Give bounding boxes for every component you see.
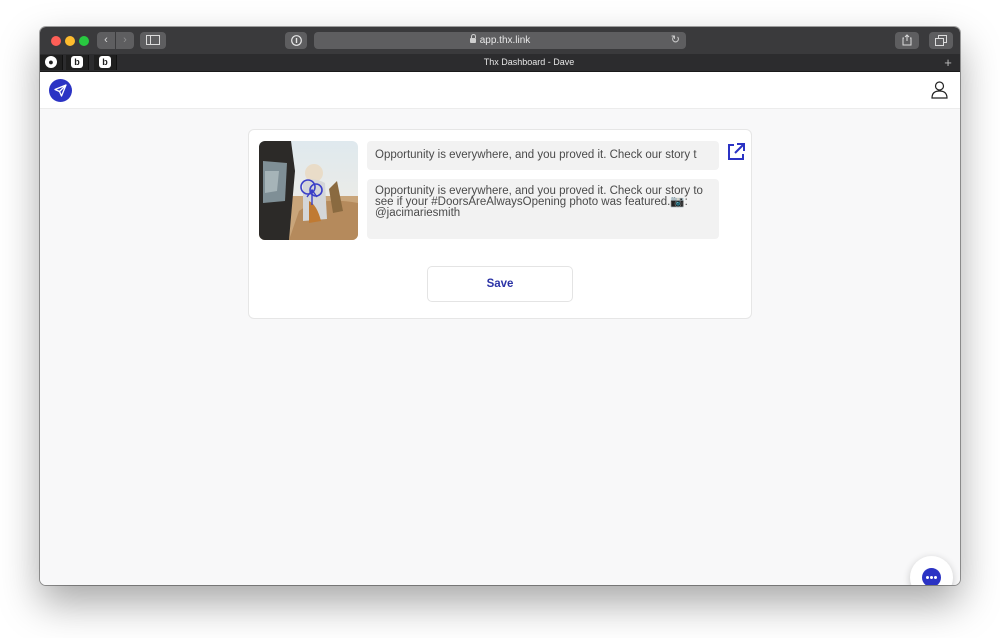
- sidebar-icon: [146, 35, 160, 45]
- lock-icon: [469, 34, 476, 43]
- paper-plane-icon: [54, 84, 67, 97]
- thumbnail-image: [259, 141, 358, 240]
- b-logo-icon: b: [71, 56, 83, 68]
- user-account-button[interactable]: [931, 81, 948, 104]
- title-bar: ‹ › app.thx.link ↻: [40, 27, 960, 55]
- app-logo[interactable]: [49, 79, 72, 102]
- chevron-right-icon: ›: [123, 34, 127, 46]
- address-bar[interactable]: app.thx.link ↻: [314, 32, 686, 49]
- link-description-input[interactable]: Opportunity is everywhere, and you prove…: [367, 179, 719, 239]
- new-tab-button[interactable]: +: [940, 54, 956, 71]
- pinned-tab[interactable]: b: [66, 55, 89, 70]
- link-thumbnail[interactable]: [259, 141, 358, 240]
- chat-bubble-icon: [922, 568, 941, 585]
- reload-icon[interactable]: ↻: [671, 32, 680, 49]
- save-button[interactable]: Save: [427, 266, 573, 302]
- share-button[interactable]: [895, 32, 919, 49]
- link-title-input[interactable]: Opportunity is everywhere, and you prove…: [367, 141, 719, 170]
- close-window-button[interactable]: [51, 36, 61, 46]
- tab-overview-button[interactable]: [929, 32, 953, 49]
- active-tab[interactable]: Thx Dashboard - Dave: [120, 54, 938, 71]
- pinned-tab-icon: ●: [45, 56, 57, 68]
- shield-icon: [290, 35, 302, 46]
- pinned-tab[interactable]: b: [94, 55, 117, 70]
- browser-window: ‹ › app.thx.link ↻ ● b b Thx Dashboard -…: [40, 27, 960, 585]
- external-link-icon: [728, 143, 745, 160]
- b-logo-icon: b: [99, 56, 111, 68]
- chevron-left-icon: ‹: [104, 34, 108, 46]
- tabs-icon: [935, 35, 947, 46]
- page-content: Opportunity is everywhere, and you prove…: [40, 72, 960, 585]
- open-link-button[interactable]: [726, 142, 746, 162]
- minimize-window-button[interactable]: [65, 36, 75, 46]
- forward-button[interactable]: ›: [116, 32, 134, 49]
- share-icon: [902, 34, 912, 46]
- sidebar-toggle-button[interactable]: [140, 32, 166, 49]
- url-text: app.thx.link: [479, 35, 531, 46]
- back-button[interactable]: ‹: [97, 32, 115, 49]
- link-card: Opportunity is everywhere, and you prove…: [248, 129, 752, 319]
- app-header: [40, 72, 960, 109]
- zoom-window-button[interactable]: [79, 36, 89, 46]
- user-icon: [931, 81, 948, 99]
- pinned-tab[interactable]: ●: [40, 55, 63, 70]
- chat-launcher-button[interactable]: [910, 556, 953, 585]
- privacy-report-button[interactable]: [285, 32, 307, 49]
- tab-bar: ● b b Thx Dashboard - Dave +: [40, 54, 960, 72]
